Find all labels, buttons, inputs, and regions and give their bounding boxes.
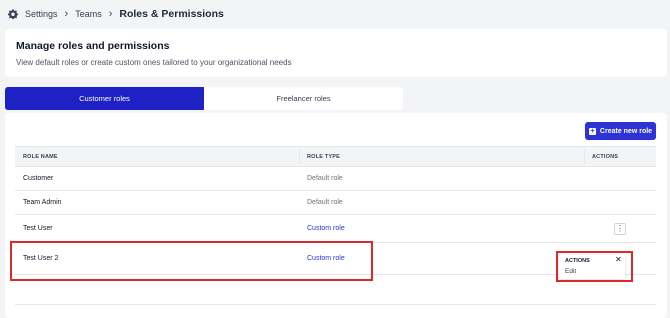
close-icon[interactable]: ✕ bbox=[615, 256, 622, 264]
table-row[interactable]: Customer Default role bbox=[15, 167, 656, 191]
role-type: Default role bbox=[307, 199, 343, 206]
chevron-right-icon: › bbox=[64, 7, 69, 20]
chevron-right-icon: › bbox=[108, 7, 113, 20]
page-subtitle: View default roles or create custom ones… bbox=[16, 58, 292, 67]
roles-table: ROLE NAME ROLE TYPE ACTIONS Customer Def… bbox=[15, 146, 656, 305]
table-row[interactable]: Team Admin Default role bbox=[15, 191, 656, 215]
breadcrumb-settings[interactable]: Settings bbox=[25, 9, 58, 19]
role-name: Customer bbox=[23, 175, 54, 182]
role-type-link[interactable]: Custom role bbox=[307, 215, 345, 242]
role-name: Test User bbox=[23, 225, 53, 232]
column-divider bbox=[299, 150, 300, 164]
role-tabs: Customer roles Freelancer roles bbox=[5, 87, 403, 110]
more-options-icon[interactable]: ⋮ bbox=[614, 223, 626, 235]
role-name: Test User 2 bbox=[23, 255, 59, 262]
tab-freelancer-roles[interactable]: Freelancer roles bbox=[204, 87, 403, 110]
plus-square-icon: + bbox=[588, 127, 596, 135]
actions-popup-title: ACTIONS bbox=[565, 258, 590, 264]
table-row-empty bbox=[15, 275, 656, 305]
column-header-role-type: ROLE TYPE bbox=[307, 154, 340, 160]
create-new-role-button[interactable]: + Create new role bbox=[585, 122, 656, 140]
page-header-card: Manage roles and permissions View defaul… bbox=[5, 29, 667, 77]
column-divider bbox=[584, 150, 585, 164]
create-new-role-label: Create new role bbox=[599, 127, 653, 135]
actions-popup: ACTIONS ✕ Edit bbox=[559, 255, 625, 279]
column-header-actions: ACTIONS bbox=[592, 154, 619, 160]
edit-menu-item[interactable]: Edit bbox=[565, 268, 576, 275]
breadcrumb-current: Roles & Permissions bbox=[119, 8, 224, 20]
breadcrumb: Settings › Teams › Roles & Permissions bbox=[8, 6, 224, 22]
page-title: Manage roles and permissions bbox=[16, 40, 170, 52]
table-header: ROLE NAME ROLE TYPE ACTIONS bbox=[15, 147, 656, 167]
roles-card: + Create new role ROLE NAME ROLE TYPE AC… bbox=[5, 113, 667, 318]
role-type-link[interactable]: Custom role bbox=[307, 243, 345, 274]
tab-customer-roles[interactable]: Customer roles bbox=[5, 87, 204, 110]
gear-icon bbox=[8, 9, 18, 19]
role-name: Team Admin bbox=[23, 199, 62, 206]
role-type: Default role bbox=[307, 175, 343, 182]
column-header-role-name: ROLE NAME bbox=[23, 154, 58, 160]
table-row[interactable]: Test User Custom role ⋮ bbox=[15, 215, 656, 243]
breadcrumb-teams[interactable]: Teams bbox=[75, 9, 102, 19]
